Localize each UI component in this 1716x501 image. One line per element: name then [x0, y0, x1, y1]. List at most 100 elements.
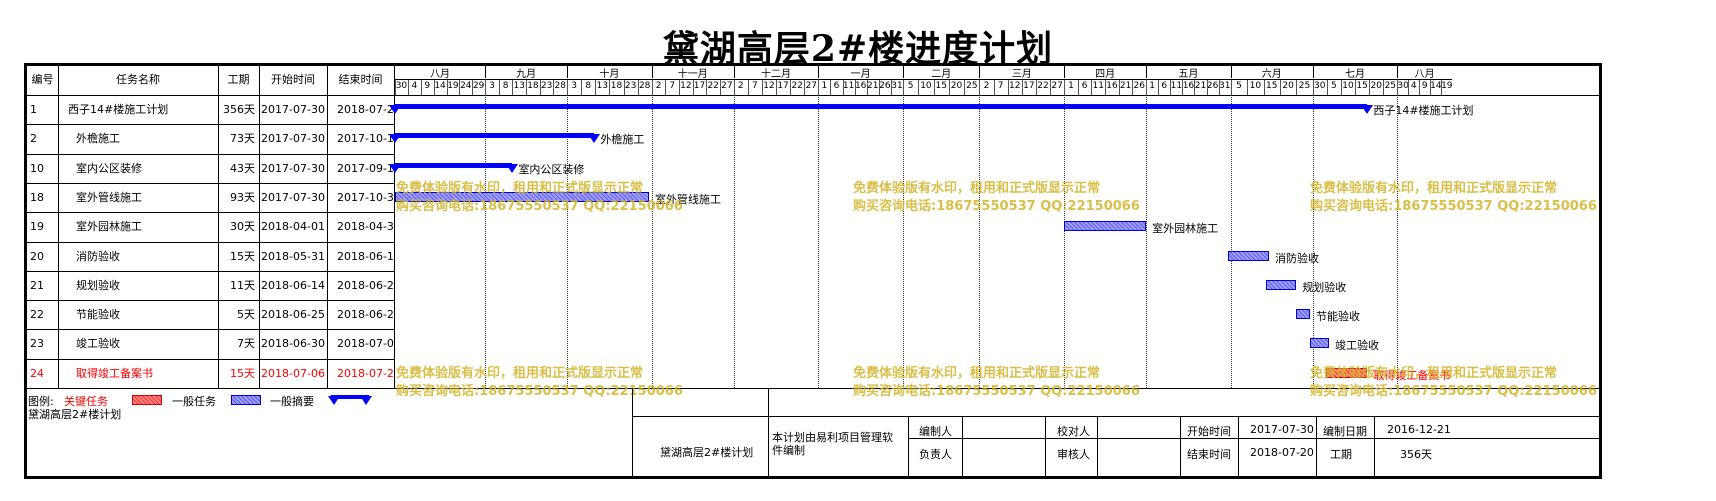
month-label: 五月: [1178, 69, 1199, 80]
task-id: 24: [30, 366, 44, 380]
day-divider: [1170, 79, 1172, 95]
footer-divider: [632, 388, 633, 476]
day-divider: [933, 79, 935, 95]
day-label: 8: [585, 81, 592, 91]
checker-label: 校对人: [1057, 425, 1090, 438]
month-divider: [485, 63, 487, 78]
summary-start-marker: [389, 134, 401, 144]
day-divider: [539, 79, 541, 95]
column-header: 任务名称: [116, 73, 160, 86]
day-label: 13: [596, 81, 609, 91]
day-label: 11: [1092, 81, 1105, 91]
task-start: 2018-06-25: [261, 308, 325, 322]
software-note: 本计划由易利项目管理软件编制: [772, 431, 893, 457]
bar-label: 消防验收: [1275, 251, 1319, 265]
general-bar: [1228, 250, 1269, 261]
row-divider: [27, 212, 394, 214]
day-divider: [878, 79, 880, 95]
task-name: 室外管线施工: [76, 190, 142, 204]
day-label: 6: [833, 81, 840, 91]
day-label: 3: [489, 81, 495, 91]
row-divider: [27, 300, 394, 302]
day-divider: [1105, 79, 1107, 95]
task-end: 2017-10-30: [337, 190, 394, 204]
day-label: 5: [1236, 81, 1242, 91]
day-divider: [1021, 79, 1023, 95]
day-label: 2: [655, 81, 662, 91]
day-divider: [1296, 79, 1298, 95]
month-divider: [1146, 63, 1148, 78]
month-gridline: [1064, 95, 1066, 388]
footer-divider: [1045, 416, 1046, 476]
day-label: 5: [907, 81, 914, 91]
column-divider: [58, 63, 59, 388]
date-value: 2016-12-21: [1387, 423, 1451, 436]
task-duration: 30天: [230, 220, 255, 234]
footer-divider: [962, 416, 963, 476]
month-label: 七月: [1345, 69, 1366, 80]
month-divider: [979, 63, 981, 78]
day-label: 28: [554, 81, 566, 91]
day-label: 15: [1265, 81, 1278, 91]
legend-general-swatch: [231, 395, 261, 405]
day-label: 25: [966, 81, 978, 91]
task-duration: 11天: [230, 278, 255, 292]
month-gridline: [485, 95, 487, 388]
bar-label: 规划验收: [1302, 280, 1347, 294]
task-id: 19: [30, 220, 44, 234]
task-name: 室内公区装修: [76, 161, 142, 175]
day-label: 6: [1081, 81, 1088, 91]
summary-end-marker: [506, 163, 519, 173]
task-id: 23: [30, 337, 44, 351]
day-divider: [1077, 79, 1079, 95]
day-divider: [918, 79, 920, 95]
day-divider: [498, 79, 500, 95]
day-label: 1: [1149, 81, 1155, 91]
task-id: 2: [30, 132, 37, 146]
day-divider: [964, 79, 966, 95]
day-label: 21: [867, 81, 879, 91]
month-gridline: [567, 95, 569, 388]
day-label: 3: [571, 81, 577, 91]
column-header: 结束时间: [338, 73, 383, 86]
date-label: 编制日期: [1323, 425, 1367, 438]
day-divider: [1007, 79, 1009, 95]
bar-label: 竣工验收: [1335, 339, 1380, 353]
day-label: 20: [950, 81, 963, 91]
duration-value: 356天: [1400, 448, 1432, 461]
day-label: 27: [805, 81, 818, 91]
task-start: 2018-04-01: [261, 220, 325, 234]
day-label: 12: [763, 81, 775, 91]
day-label: 30: [1397, 81, 1409, 91]
day-divider: [706, 79, 708, 95]
task-start: 2017-07-30: [261, 190, 325, 204]
task-name: 取得竣工备案书: [76, 366, 153, 380]
start-label: 开始时间: [1187, 425, 1231, 438]
day-divider: [1064, 79, 1066, 95]
bar-label: 西子14#楼施工计划: [1373, 104, 1474, 117]
month-divider: [1064, 63, 1066, 78]
task-id: 18: [30, 190, 44, 204]
month-gridline: [651, 95, 653, 388]
day-divider: [1206, 79, 1208, 95]
watermark-line: 免费体验版有水印，租用和正式版显示正常: [1310, 181, 1558, 196]
day-divider: [692, 79, 694, 95]
day-divider: [1050, 79, 1052, 95]
task-id: 22: [30, 308, 44, 322]
day-label: 2: [737, 81, 744, 91]
day-divider: [1218, 79, 1220, 95]
month-label: 八月: [1414, 69, 1435, 80]
column-header: 工期: [227, 73, 250, 86]
day-label: 25: [1298, 81, 1311, 91]
task-duration: 5天: [237, 308, 255, 322]
footer-divider: [1238, 416, 1239, 476]
day-divider: [1326, 79, 1328, 95]
day-divider: [1441, 79, 1443, 95]
column-header: 开始时间: [271, 73, 315, 86]
month-divider: [651, 63, 653, 78]
task-end: 2018-06-29: [337, 308, 394, 322]
day-label: 10: [1342, 81, 1354, 91]
day-divider: [830, 79, 832, 95]
task-duration: 7天: [237, 337, 255, 351]
day-divider: [1369, 79, 1371, 95]
